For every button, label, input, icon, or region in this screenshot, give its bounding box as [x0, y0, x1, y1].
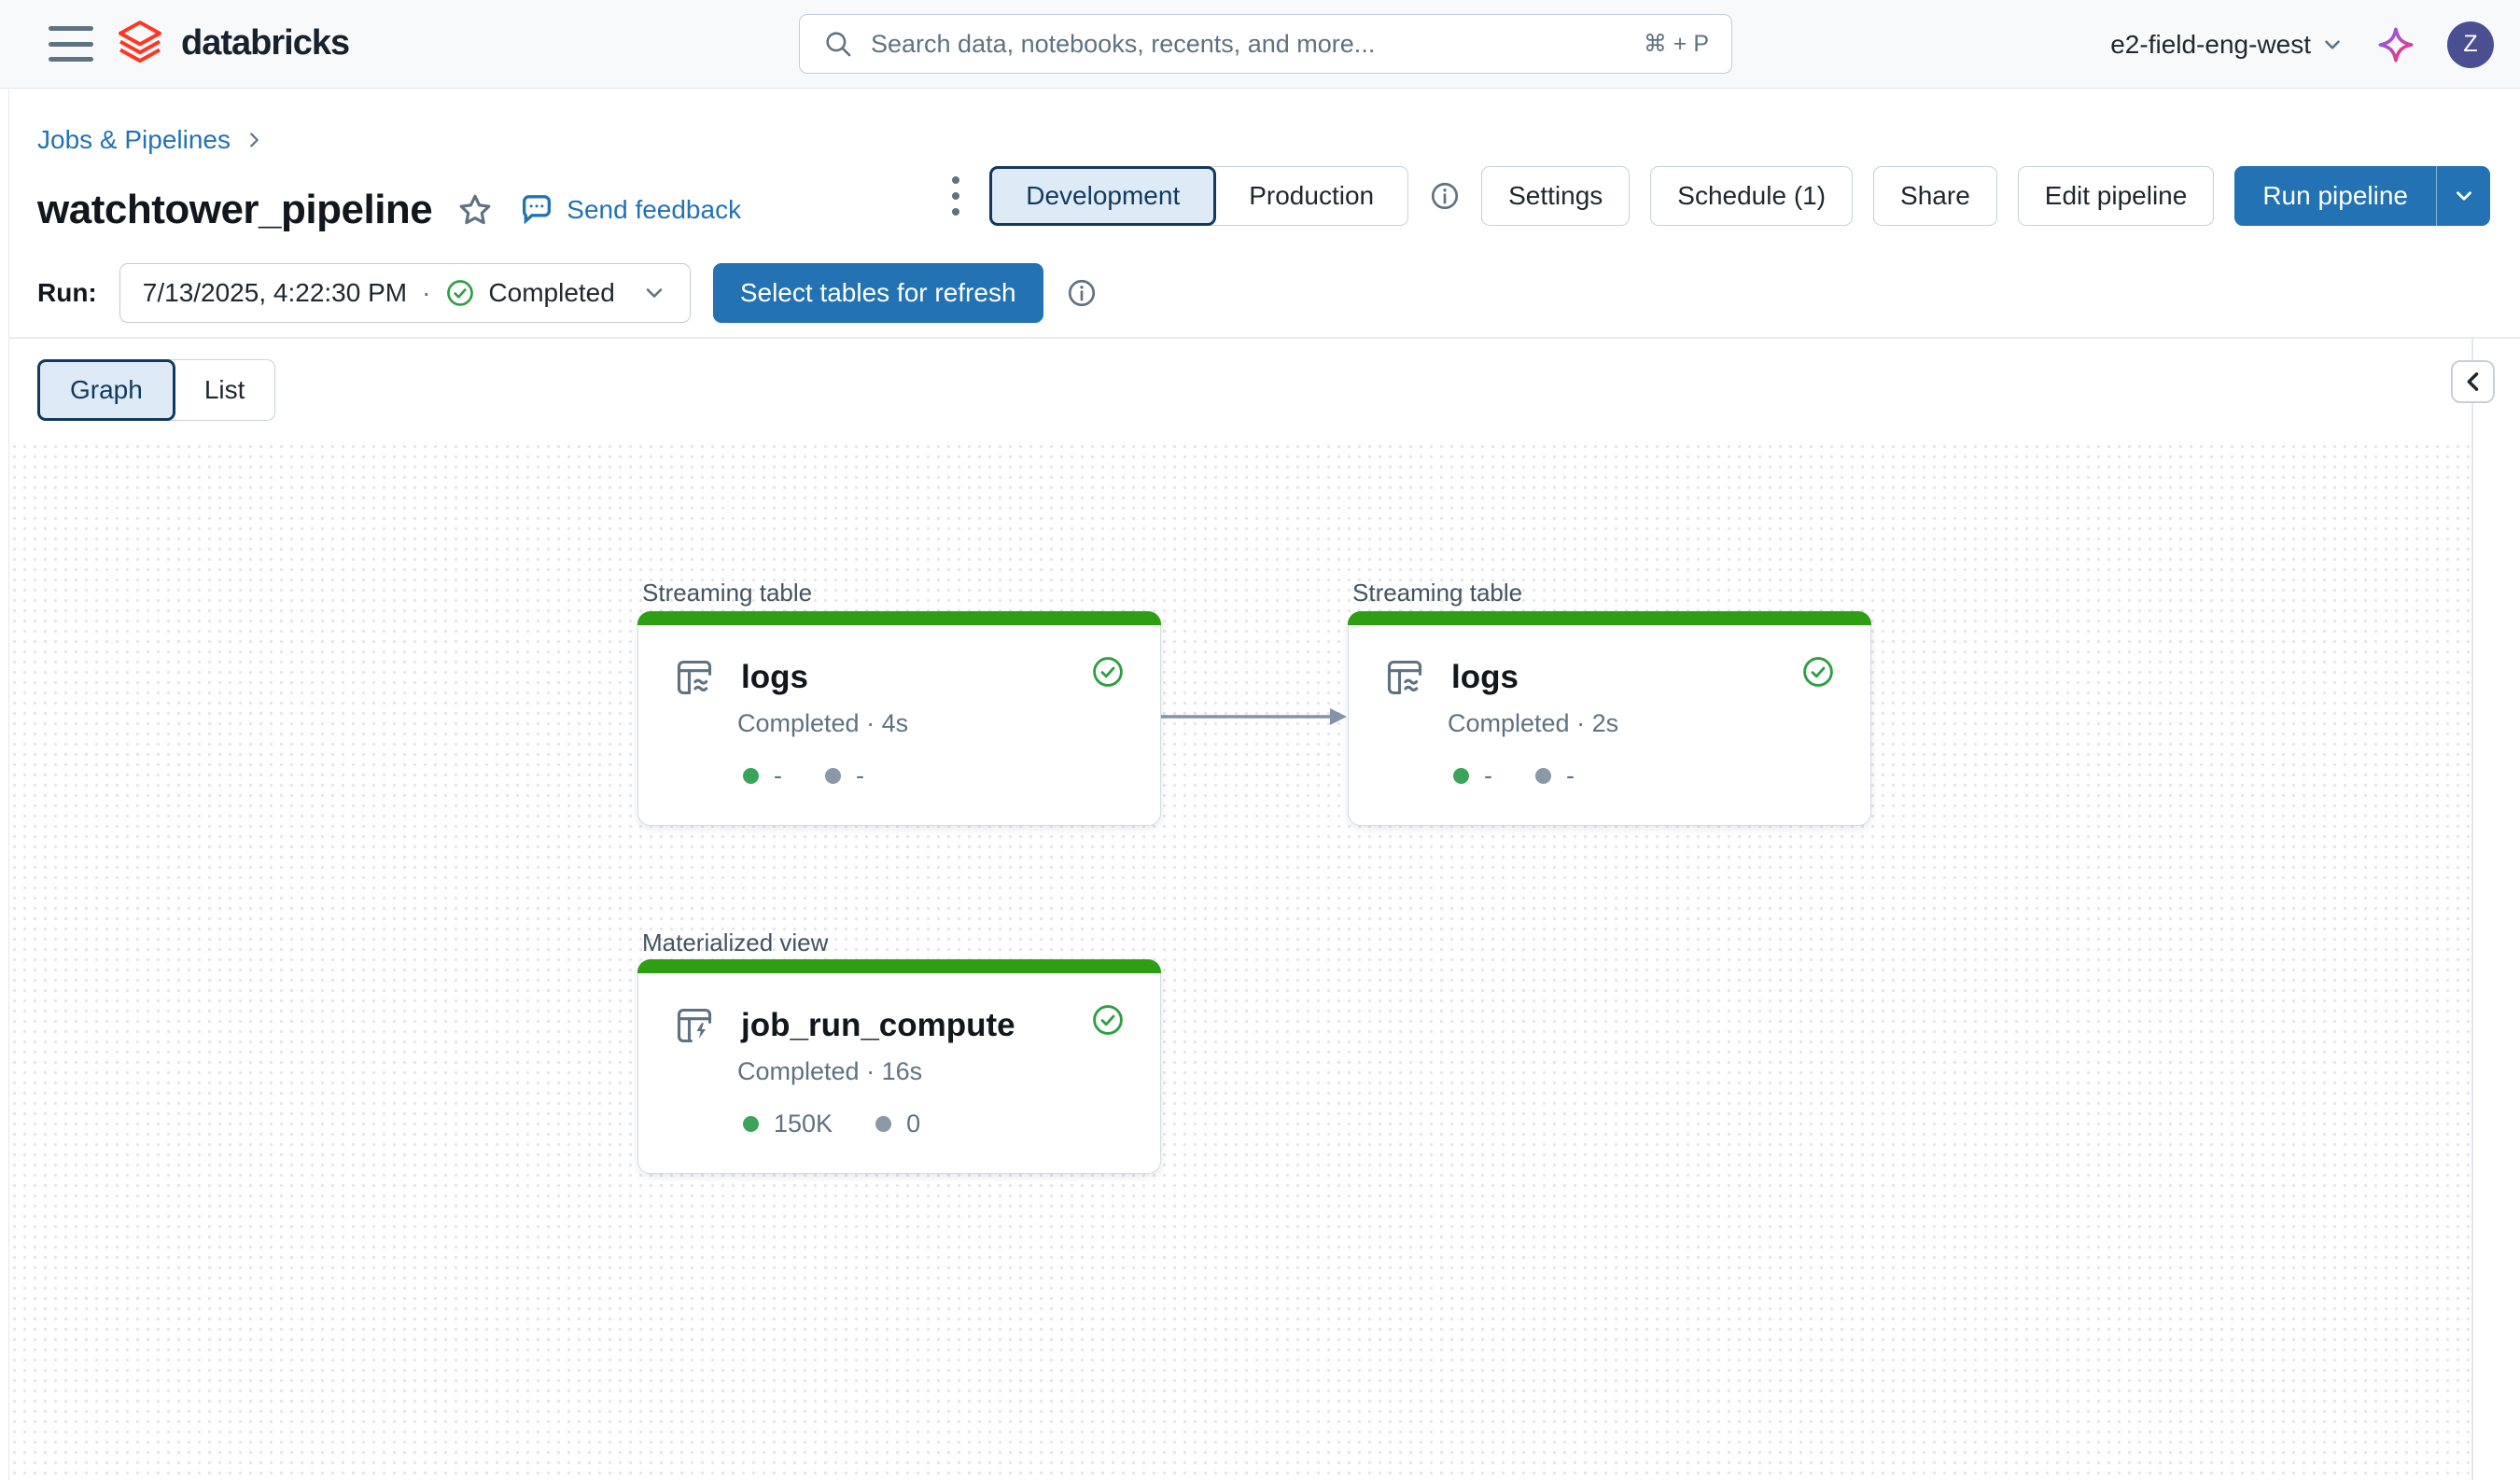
- favorite-star-icon[interactable]: [456, 191, 494, 229]
- node-status-bar: [637, 611, 1161, 625]
- run-pipeline-dropdown-toggle[interactable]: [2436, 166, 2490, 226]
- env-info-icon[interactable]: [1429, 180, 1461, 212]
- feedback-bubble-icon: [518, 191, 555, 229]
- chevron-down-icon: [2320, 33, 2345, 57]
- node-status-line: Completed · 2s: [1448, 709, 1618, 738]
- run-pipeline-split-button: Run pipeline: [2234, 166, 2490, 226]
- node-success-icon: [1091, 1003, 1125, 1037]
- node-type-label: Materialized view: [642, 928, 828, 957]
- global-search[interactable]: ⌘ + P: [799, 14, 1732, 74]
- node-metrics: 150K 0: [743, 1110, 920, 1138]
- node-name: logs: [1451, 659, 1519, 696]
- node-name: job_run_compute: [741, 1007, 1015, 1044]
- chevron-left-icon: [2460, 369, 2486, 395]
- rows-dropped-dot: [875, 1116, 891, 1132]
- breadcrumb-jobs-pipelines-link[interactable]: Jobs & Pipelines: [37, 125, 231, 155]
- run-selector-dropdown[interactable]: 7/13/2025, 4:22:30 PM · Completed: [119, 263, 691, 323]
- right-panel-divider: [2471, 338, 2473, 1480]
- chevron-down-icon: [641, 280, 667, 306]
- chevron-right-icon: [244, 130, 264, 150]
- avatar[interactable]: Z: [2447, 21, 2494, 68]
- run-separator: ·: [420, 278, 432, 308]
- environment-toggle: Development Production: [989, 166, 1408, 226]
- rows-written-value: 150K: [774, 1110, 833, 1138]
- schedule-button[interactable]: Schedule (1): [1650, 166, 1853, 226]
- materialized-view-icon: [674, 1005, 715, 1046]
- edge-logs-to-logs: [1160, 705, 1349, 729]
- edit-pipeline-button[interactable]: Edit pipeline: [2018, 166, 2215, 226]
- streaming-table-icon: [674, 657, 715, 698]
- workspace-name: e2-field-eng-west: [2110, 30, 2311, 60]
- databricks-wordmark: databricks: [181, 23, 349, 63]
- rows-dropped-value: -: [856, 761, 864, 790]
- run-info-icon[interactable]: [1066, 277, 1098, 309]
- run-bar: Run: 7/13/2025, 4:22:30 PM · Completed S…: [37, 263, 1098, 323]
- node-status-line: Completed · 4s: [737, 709, 908, 738]
- databricks-pipeline-page: databricks ⌘ + P e2-field-eng-west Z Job…: [0, 0, 2520, 1480]
- send-feedback-label: Send feedback: [567, 195, 741, 225]
- run-label: Run:: [37, 278, 97, 308]
- node-type-label: Streaming table: [1352, 579, 1522, 607]
- settings-button[interactable]: Settings: [1481, 166, 1630, 226]
- rows-written-dot: [743, 768, 759, 784]
- env-option-production[interactable]: Production: [1215, 167, 1407, 225]
- node-type-label: Streaming table: [642, 579, 812, 607]
- rows-written-dot: [1453, 768, 1469, 784]
- rows-dropped-value: 0: [906, 1110, 920, 1138]
- share-button[interactable]: Share: [1873, 166, 1997, 226]
- run-timestamp: 7/13/2025, 4:22:30 PM: [143, 278, 407, 308]
- node-status-bar: [1348, 611, 1871, 625]
- search-icon: [822, 28, 854, 60]
- page-title: watchtower_pipeline: [37, 187, 432, 233]
- node-metrics: - -: [743, 761, 864, 790]
- pipeline-graph-canvas[interactable]: [9, 441, 2471, 1480]
- select-tables-for-refresh-button[interactable]: Select tables for refresh: [713, 263, 1043, 323]
- assistant-sparkle-icon[interactable]: [2376, 25, 2415, 64]
- view-toggle: Graph List: [37, 359, 275, 421]
- view-option-graph[interactable]: Graph: [37, 359, 175, 421]
- streaming-table-icon: [1384, 657, 1425, 698]
- node-card-logs-1[interactable]: logs Completed · 4s - -: [637, 611, 1161, 826]
- breadcrumb: Jobs & Pipelines: [37, 125, 264, 155]
- run-pipeline-button[interactable]: Run pipeline: [2234, 166, 2436, 226]
- rows-dropped-dot: [1535, 768, 1551, 784]
- overflow-menu-icon[interactable]: [943, 169, 969, 223]
- collapse-panel-button[interactable]: [2451, 360, 2495, 403]
- run-status: Completed: [488, 278, 614, 308]
- search-shortcut: ⌘ + P: [1644, 30, 1709, 58]
- rows-written-dot: [743, 1116, 759, 1132]
- node-success-icon: [1091, 655, 1125, 689]
- chevron-down-icon: [2452, 184, 2476, 208]
- databricks-logo[interactable]: databricks: [114, 17, 349, 69]
- node-card-logs-2[interactable]: logs Completed · 2s - -: [1348, 611, 1871, 826]
- env-option-development[interactable]: Development: [989, 166, 1216, 226]
- rows-dropped-value: -: [1566, 761, 1575, 790]
- hamburger-menu-icon[interactable]: [49, 26, 93, 62]
- status-check-icon: [445, 278, 475, 308]
- send-feedback-link[interactable]: Send feedback: [518, 191, 741, 229]
- node-status-bar: [637, 959, 1161, 973]
- databricks-logo-icon: [114, 17, 166, 69]
- node-card-job-run-compute[interactable]: job_run_compute Completed · 16s 150K 0: [637, 959, 1161, 1174]
- section-divider: [8, 337, 2520, 339]
- rows-written-value: -: [1484, 761, 1492, 790]
- view-option-list[interactable]: List: [175, 360, 275, 420]
- node-name: logs: [741, 659, 808, 696]
- node-metrics: - -: [1453, 761, 1575, 790]
- rows-dropped-dot: [825, 768, 841, 784]
- node-success-icon: [1801, 655, 1835, 689]
- top-app-bar: databricks ⌘ + P e2-field-eng-west Z: [0, 0, 2520, 89]
- search-input[interactable]: [871, 30, 1627, 59]
- workspace-selector[interactable]: e2-field-eng-west: [2110, 30, 2345, 60]
- rows-written-value: -: [774, 761, 782, 790]
- pipeline-actions: Development Production Settings Schedule…: [943, 166, 2490, 226]
- node-status-line: Completed · 16s: [737, 1057, 922, 1086]
